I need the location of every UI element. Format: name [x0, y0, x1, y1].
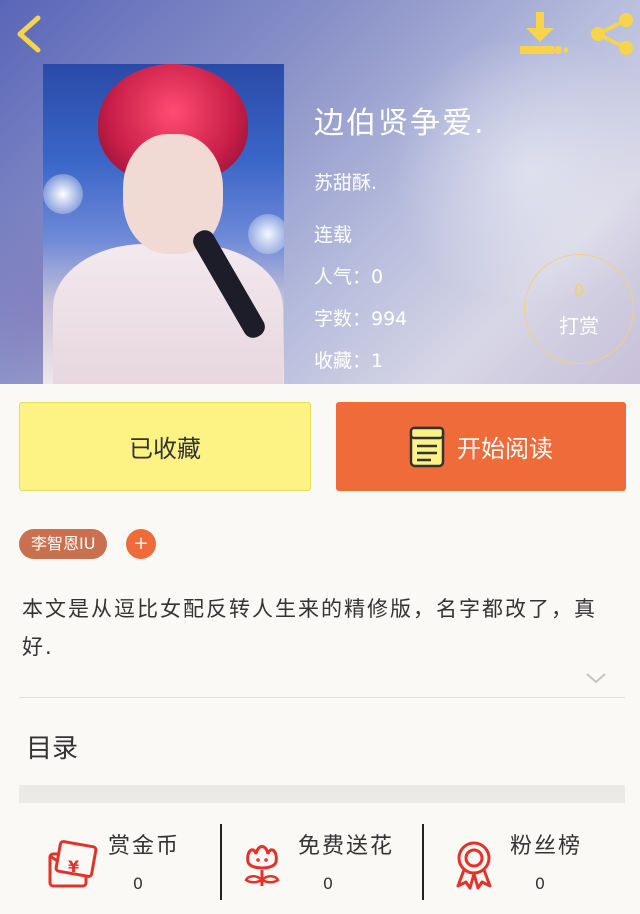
medal-icon — [456, 841, 492, 890]
footer-separator — [220, 824, 222, 900]
red-envelope-icon: ¥ — [48, 840, 98, 888]
expand-description-button[interactable] — [584, 670, 608, 686]
toc-bar — [19, 785, 625, 803]
tip-count: 0 — [573, 281, 585, 300]
back-button[interactable] — [10, 12, 50, 56]
word-count-stat: 字数：994 — [314, 308, 408, 330]
send-flower-button[interactable]: 免费送花 0 — [236, 826, 436, 906]
serial-status: 连载 — [314, 224, 353, 246]
popularity-stat: 人气：0 — [314, 266, 384, 288]
flower-icon — [244, 845, 280, 886]
favorites-stat: 收藏：1 — [314, 350, 384, 372]
send-flower-count: 0 — [322, 874, 334, 893]
send-flower-label: 免费送花 — [298, 834, 395, 859]
book-description: 本文是从逗比女配反转人生来的精修版，名字都改了，真好. — [22, 597, 597, 659]
start-reading-label: 开始阅读 — [457, 435, 553, 463]
fan-ranking-label: 粉丝榜 — [510, 834, 583, 859]
stage-light — [43, 174, 83, 214]
download-button[interactable] — [516, 10, 569, 58]
tip-label: 打赏 — [559, 314, 599, 338]
collect-button[interactable]: 已收藏 — [19, 402, 311, 491]
reward-coins-button[interactable]: ¥ 赏金币 0 — [46, 826, 246, 906]
fan-ranking-count: 0 — [534, 874, 546, 893]
collect-label: 已收藏 — [129, 435, 201, 463]
share-button[interactable] — [588, 10, 636, 58]
chevron-left-icon — [17, 15, 41, 53]
book-icon — [409, 426, 445, 467]
book-title: 边伯贤争爱. — [314, 106, 486, 141]
chevron-down-icon — [586, 673, 606, 684]
reward-coins-label: 赏金币 — [108, 834, 181, 859]
tip-button[interactable]: 0 打赏 — [524, 254, 634, 364]
author-name[interactable]: 苏甜酥. — [314, 168, 377, 195]
toc-title[interactable]: 目录 — [26, 728, 78, 765]
tag-chip[interactable]: 李智恩IU — [19, 529, 108, 559]
footer-separator — [422, 824, 424, 900]
reward-coins-count: 0 — [132, 874, 144, 893]
book-cover-image[interactable] — [43, 64, 284, 384]
stage-light — [248, 214, 284, 254]
book-header: 边伯贤争爱. 苏甜酥. 连载 人气：0 字数：994 收藏：1 0 打赏 — [0, 0, 640, 384]
fan-ranking-button[interactable]: 粉丝榜 0 — [448, 826, 640, 906]
add-tag-button[interactable]: + — [126, 529, 156, 559]
start-reading-button[interactable]: 开始阅读 — [336, 402, 626, 491]
download-icon — [520, 12, 569, 54]
section-divider — [19, 697, 625, 698]
share-icon — [591, 13, 633, 55]
svg-text:¥: ¥ — [68, 857, 79, 876]
